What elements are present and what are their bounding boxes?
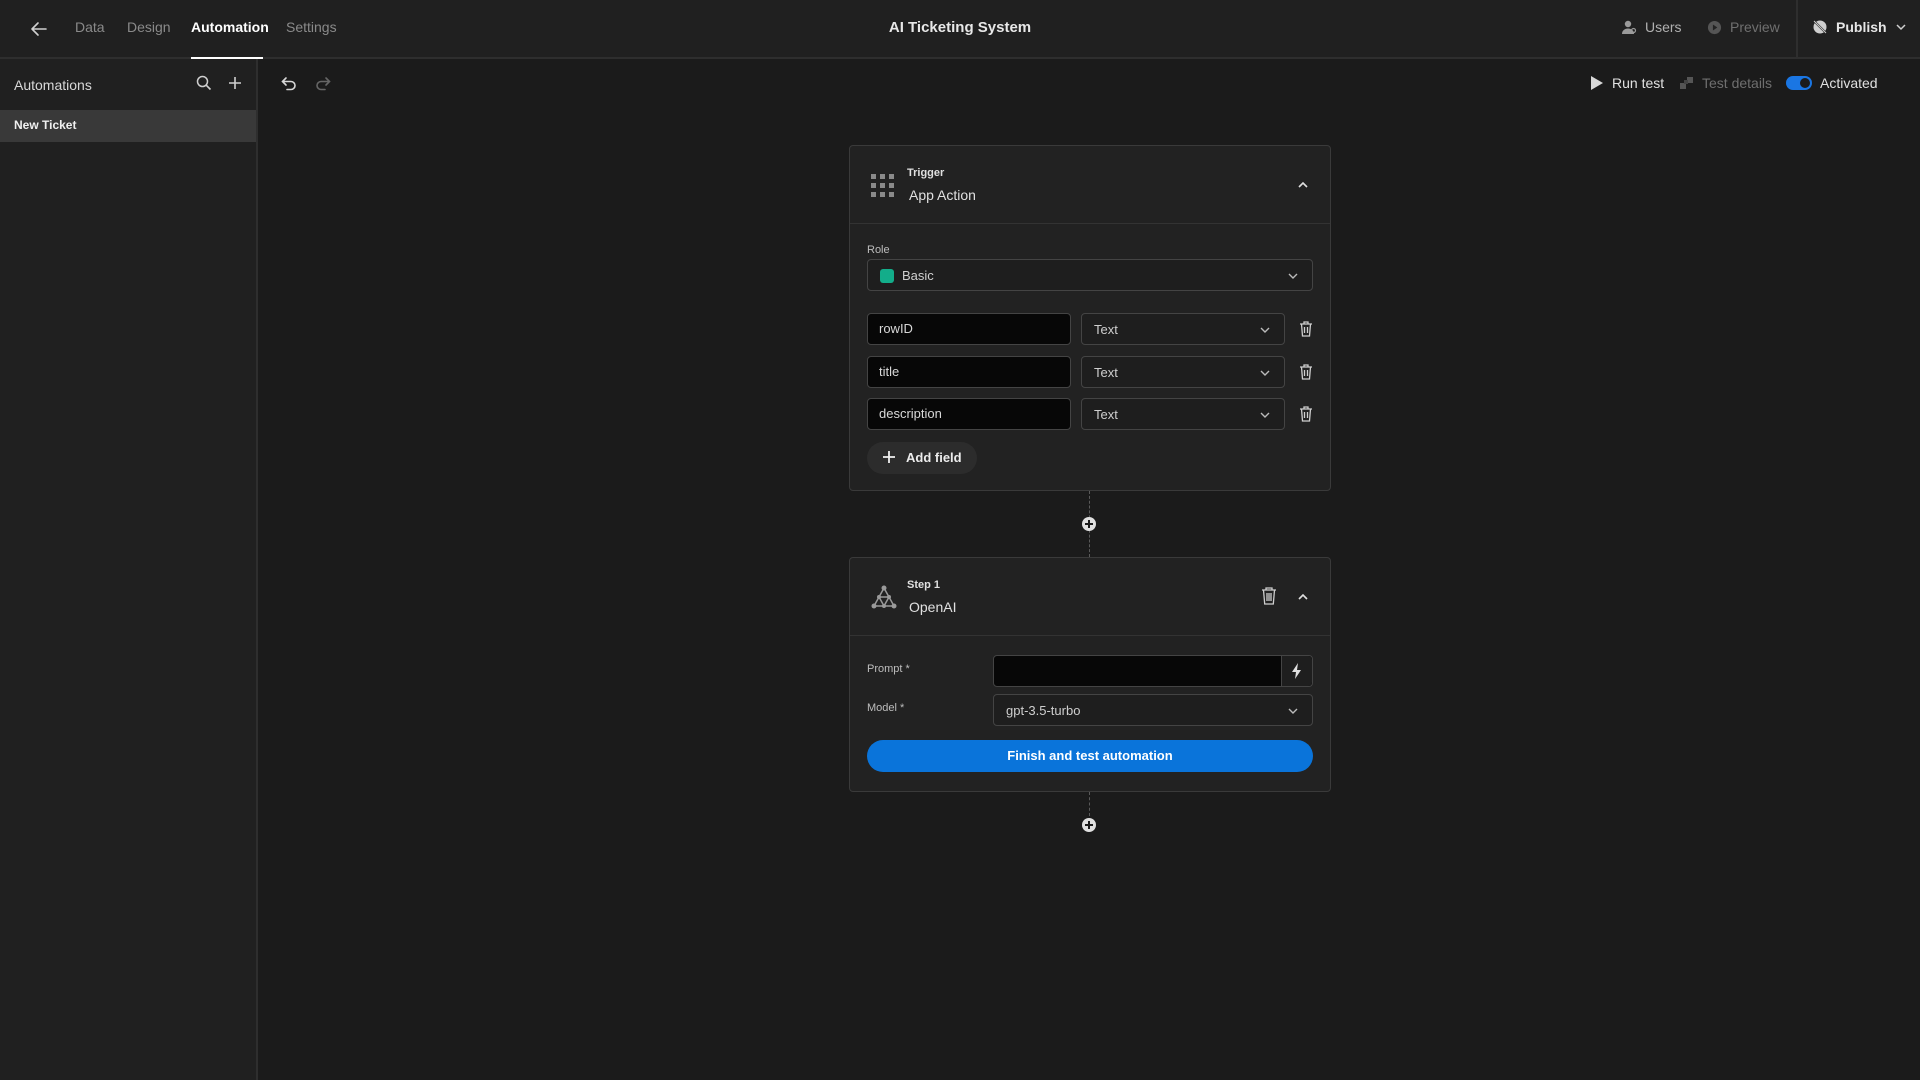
finish-and-test-label: Finish and test automation [1007, 748, 1173, 763]
field-name-input[interactable]: rowID [867, 313, 1071, 345]
prompt-input[interactable] [993, 655, 1313, 687]
add-step-icon[interactable] [1081, 817, 1097, 833]
preview-button[interactable]: Preview [1707, 19, 1780, 35]
preview-label: Preview [1730, 19, 1780, 35]
finish-and-test-button[interactable]: Finish and test automation [867, 740, 1313, 772]
add-field-label: Add field [906, 450, 962, 465]
header-divider [1796, 0, 1798, 57]
activated-toggle[interactable]: Activated [1786, 75, 1878, 91]
chevron-down-icon [1260, 327, 1270, 333]
tab-settings[interactable]: Settings [286, 19, 337, 35]
role-value: Basic [902, 268, 934, 283]
redo-icon[interactable] [313, 73, 333, 93]
chevron-down-icon [1288, 273, 1298, 279]
binding-button[interactable] [1281, 656, 1312, 686]
run-test-label: Run test [1612, 75, 1665, 91]
trigger-kicker: Trigger [907, 167, 945, 179]
sidebar-title: Automations [14, 77, 92, 93]
users-icon [1622, 20, 1637, 34]
trigger-card-header[interactable]: Trigger App Action [850, 146, 1330, 224]
sidebar-item-new-ticket[interactable]: New Ticket [0, 110, 256, 142]
lightning-bolt-icon [1292, 663, 1301, 679]
users-label: Users [1645, 19, 1682, 35]
test-details-icon [1680, 77, 1693, 89]
field-type-select[interactable]: Text [1081, 313, 1285, 345]
delete-field-icon[interactable] [1299, 321, 1313, 337]
role-color-swatch [880, 269, 894, 283]
tab-design[interactable]: Design [127, 19, 171, 35]
globe-off-icon [1813, 20, 1827, 34]
sidebar-item-label: New Ticket [14, 118, 77, 132]
add-step-icon[interactable] [1081, 516, 1097, 532]
automations-sidebar: Automations New Ticket [0, 59, 258, 1080]
app-title: AI Ticketing System [888, 19, 1032, 36]
publish-button[interactable]: Publish [1812, 19, 1907, 35]
tab-automation[interactable]: Automation [191, 19, 269, 35]
delete-step-icon[interactable] [1260, 586, 1278, 606]
role-select[interactable]: Basic [867, 259, 1313, 291]
step-kicker: Step 1 [907, 579, 941, 591]
field-type-select[interactable]: Text [1081, 398, 1285, 430]
run-test-button[interactable]: Run test [1590, 75, 1664, 91]
plus-icon [883, 451, 895, 463]
role-label: Role [867, 244, 890, 256]
prompt-label: Prompt * [867, 663, 910, 675]
add-field-button[interactable]: Add field [867, 442, 977, 474]
play-icon [1591, 76, 1603, 90]
collapse-chevron-icon[interactable] [1296, 590, 1310, 604]
trigger-name: App Action [909, 187, 976, 203]
test-details-button[interactable]: Test details [1680, 75, 1772, 91]
model-value: gpt-3.5-turbo [1006, 703, 1081, 718]
toggle-switch[interactable] [1786, 76, 1812, 90]
model-label: Model * [867, 702, 905, 714]
trigger-card: Trigger App Action Role Basic rowID Text… [849, 145, 1331, 491]
tab-data[interactable]: Data [75, 19, 105, 35]
model-select[interactable]: gpt-3.5-turbo [993, 694, 1313, 726]
chevron-down-icon [1260, 412, 1270, 418]
flow-connector [1089, 792, 1090, 816]
step-card-header[interactable]: Step 1 OpenAI [850, 558, 1330, 636]
delete-field-icon[interactable] [1299, 364, 1313, 380]
back-arrow-icon[interactable] [28, 18, 50, 40]
field-name-input[interactable]: description [867, 398, 1071, 430]
collapse-chevron-icon[interactable] [1296, 178, 1310, 192]
play-circle-icon [1707, 20, 1722, 34]
undo-icon[interactable] [279, 73, 299, 93]
search-icon[interactable] [195, 74, 213, 92]
publish-label: Publish [1836, 19, 1887, 35]
test-details-label: Test details [1702, 75, 1773, 91]
field-name-input[interactable]: title [867, 356, 1071, 388]
add-automation-icon[interactable] [226, 74, 244, 92]
delete-field-icon[interactable] [1299, 406, 1313, 422]
activated-label: Activated [1820, 75, 1878, 91]
top-header: Data Design Automation Settings AI Ticke… [0, 0, 1920, 59]
chevron-down-icon [1896, 24, 1906, 31]
chevron-down-icon [1260, 370, 1270, 376]
users-button[interactable]: Users [1621, 19, 1682, 35]
step-name: OpenAI [909, 599, 957, 615]
openai-network-icon [871, 585, 897, 609]
app-action-grid-icon [871, 174, 894, 197]
field-type-select[interactable]: Text [1081, 356, 1285, 388]
step-card-openai: Step 1 OpenAI Prompt * Model * gpt-3.5-t… [849, 557, 1331, 792]
chevron-down-icon [1288, 708, 1298, 714]
